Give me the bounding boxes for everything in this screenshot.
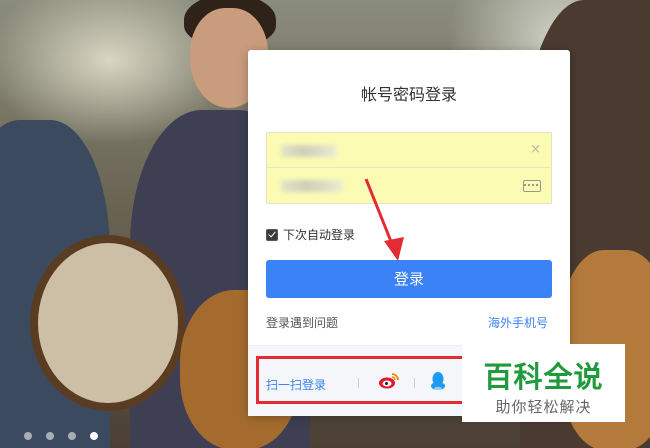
carousel-dot-active[interactable] [90, 432, 98, 440]
carousel-dot[interactable] [24, 432, 32, 440]
alt-login-highlight-box [256, 356, 474, 404]
watermark: 百科全说 助你轻松解决 [462, 344, 625, 422]
carousel-dot[interactable] [68, 432, 76, 440]
login-help-link[interactable]: 登录遇到问题 [266, 314, 338, 331]
blurred-username [281, 145, 337, 157]
watermark-sub: 助你轻松解决 [495, 398, 592, 416]
overseas-phone-link[interactable]: 海外手机号 [488, 314, 548, 331]
carousel-dot[interactable] [46, 432, 54, 440]
login-title: 帐号密码登录 [360, 85, 457, 104]
carousel-dots [24, 432, 98, 440]
watermark-main: 百科全说 [483, 360, 604, 394]
clear-icon[interactable]: × [530, 142, 541, 157]
remember-me[interactable]: 下次自动登录 [266, 226, 355, 243]
remember-checkbox[interactable] [266, 228, 278, 241]
username-field[interactable]: × [266, 132, 552, 168]
remember-label: 下次自动登录 [283, 228, 356, 242]
drum [30, 235, 186, 411]
blurred-password [281, 180, 343, 192]
annotation-arrow [364, 178, 404, 261]
login-button[interactable]: 登录 [266, 260, 552, 298]
keyboard-icon[interactable] [523, 180, 541, 192]
